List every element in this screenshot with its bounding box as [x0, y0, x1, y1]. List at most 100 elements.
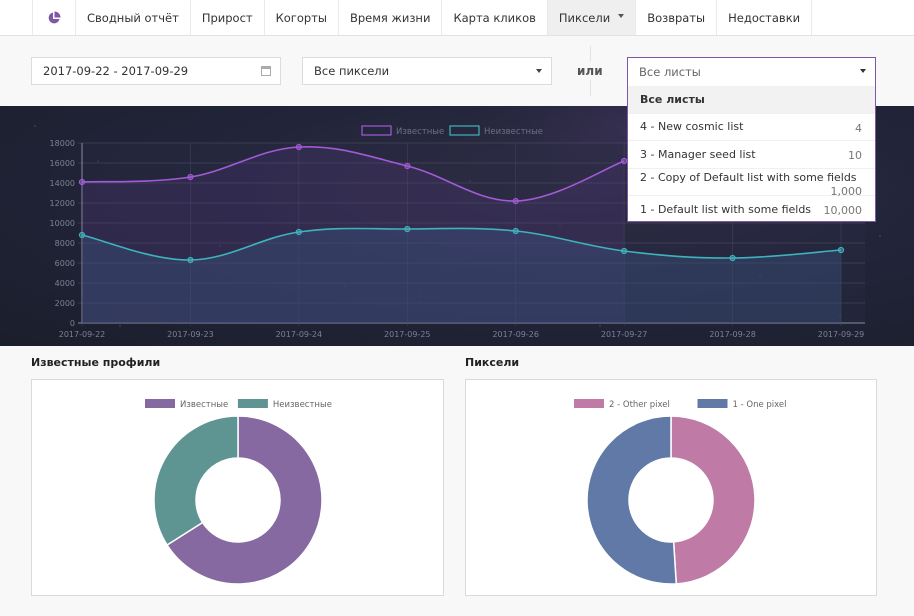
nav-pixels[interactable]: Пиксели	[546, 0, 636, 35]
x-tick-label: 2017-09-28	[709, 330, 756, 339]
nav-label: Прирост	[201, 10, 253, 25]
pie-chart-icon	[48, 11, 61, 23]
list-option-1[interactable]: 1 - Default list with some fields 10,000	[628, 196, 875, 224]
legend-label: 2 - Other pixel	[609, 400, 670, 410]
legend-label: Неизвестные	[273, 400, 332, 410]
y-tick-label: 0	[70, 319, 75, 328]
data-point	[404, 162, 411, 170]
nav-lifetime[interactable]: Время жизни	[337, 0, 441, 35]
x-tick-label: 2017-09-26	[492, 330, 539, 339]
legend-label: 1 - One pixel	[733, 400, 787, 410]
data-point	[187, 173, 194, 181]
y-tick-label: 2000	[55, 299, 75, 308]
donut-slice	[153, 415, 239, 547]
legend-label: Неизвестные	[484, 127, 543, 137]
list-option-4[interactable]: 4 - New cosmic list 4	[628, 114, 875, 141]
divider	[590, 46, 591, 62]
donut-slice	[586, 415, 678, 585]
known-profiles-panel: Известные Неизвестные	[31, 379, 444, 596]
data-point	[404, 225, 411, 233]
date-range-input[interactable]: 2017-09-22 - 2017-09-29	[31, 57, 281, 85]
y-tick-label: 4000	[55, 279, 75, 288]
option-label: 1 - Default list with some fields	[640, 203, 812, 217]
chevron-down-icon	[860, 69, 866, 73]
data-point	[512, 197, 519, 205]
legend-swatch	[574, 399, 604, 408]
y-tick-label: 6000	[55, 259, 75, 268]
dashboard-home-link[interactable]	[32, 0, 75, 35]
nav-bounces[interactable]: Недоставки	[716, 0, 813, 35]
option-label: 3 - Manager seed list	[640, 147, 756, 161]
data-point	[621, 247, 628, 255]
nav-label: Время жизни	[349, 10, 431, 25]
star	[599, 325, 601, 327]
y-tick-label: 12000	[50, 199, 75, 208]
nav-returns[interactable]: Возвраты	[635, 0, 716, 35]
option-count: 10	[848, 149, 862, 162]
y-tick-label: 14000	[50, 179, 75, 188]
star	[34, 125, 36, 127]
list-dropdown-menu: Все листы 4 - New cosmic list 4 3 - Mana…	[627, 86, 876, 222]
y-tick-label: 10000	[50, 219, 75, 228]
option-count: 4	[855, 121, 862, 135]
list-option-all[interactable]: Все листы	[628, 86, 875, 114]
list-select[interactable]: Все листы	[627, 57, 876, 86]
legend-label: Известные	[180, 400, 228, 410]
y-tick-label: 8000	[55, 239, 75, 248]
star	[119, 325, 121, 327]
legend-swatch	[237, 399, 268, 408]
nav-label: Карта кликов	[453, 10, 536, 25]
nav-growth[interactable]: Прирост	[189, 0, 264, 35]
data-point	[78, 231, 86, 239]
option-label: 4 - New cosmic list	[640, 120, 744, 134]
y-tick-label: 18000	[50, 139, 75, 148]
data-point	[512, 227, 519, 235]
data-point	[729, 254, 736, 262]
data-point	[837, 246, 845, 254]
list-option-3[interactable]: 3 - Manager seed list 10	[628, 141, 875, 169]
known-profiles-donut-chart: Известные Неизвестные	[145, 399, 332, 585]
x-tick-label: 2017-09-24	[276, 330, 323, 339]
y-tick-label: 16000	[50, 159, 75, 168]
star	[879, 235, 881, 237]
data-point	[78, 178, 86, 186]
option-label: Все листы	[640, 92, 705, 106]
pixels-panel: 2 - Other pixel 1 - One pixel	[465, 379, 877, 596]
list-select-value: Все листы	[639, 65, 701, 79]
chevron-down-icon	[618, 13, 625, 18]
data-point	[295, 228, 302, 236]
x-tick-label: 2017-09-25	[384, 330, 431, 339]
nav-label: Сводный отчёт	[87, 10, 179, 25]
nav-click-map[interactable]: Карта кликов	[441, 0, 546, 35]
nav-label: Возвраты	[647, 10, 706, 25]
data-point	[295, 143, 302, 151]
date-range-value: 2017-09-22 - 2017-09-29	[43, 64, 189, 78]
x-tick-label: 2017-09-23	[167, 330, 214, 339]
legend-label: Известные	[396, 127, 444, 137]
x-tick-label: 2017-09-27	[601, 330, 648, 339]
legend-swatch	[145, 399, 175, 408]
option-count: 10,000	[823, 204, 863, 217]
chevron-down-icon	[536, 69, 542, 73]
x-tick-label: 2017-09-22	[59, 330, 106, 339]
pixel-select[interactable]: Все пиксели	[302, 57, 552, 85]
pixel-select-value: Все пиксели	[314, 64, 390, 78]
or-label: или	[577, 64, 603, 78]
nav-label: Пиксели	[558, 10, 611, 25]
top-navigation: Сводный отчёт Прирост Когорты Время жизн…	[0, 0, 914, 36]
data-point	[621, 157, 628, 165]
known-profiles-title: Известные профили	[31, 356, 161, 369]
legend-swatch	[697, 399, 728, 408]
calendar-icon	[261, 66, 271, 76]
pixels-title: Пиксели	[465, 356, 520, 369]
option-label: 2 - Copy of Default list with some field…	[640, 171, 857, 185]
pixels-donut-chart: 2 - Other pixel 1 - One pixel	[574, 399, 787, 585]
nav-label: Недоставки	[728, 10, 801, 25]
x-tick-label: 2017-09-29	[818, 330, 865, 339]
divider	[590, 80, 591, 96]
nav-label: Когорты	[275, 10, 327, 25]
nav-summary-report[interactable]: Сводный отчёт	[75, 0, 190, 35]
nav-cohorts[interactable]: Когорты	[263, 0, 338, 35]
list-option-2[interactable]: 2 - Copy of Default list with some field…	[628, 169, 875, 198]
